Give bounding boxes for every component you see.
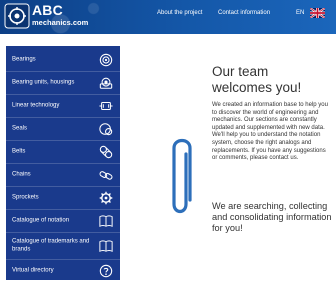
bearing-icon [99,53,113,67]
sidebar-item-chains[interactable]: Chains [6,164,120,187]
sidebar-item-label: Catalogue of notation [12,217,70,224]
sidebar-item-seals[interactable]: Seals [6,118,120,141]
sidebar-item-label: Seals [12,125,28,132]
uk-flag-icon[interactable] [310,8,325,18]
belt-icon [99,145,113,159]
nav-contact-link[interactable]: Contact information [218,10,270,16]
paperclip-icon [172,138,192,214]
welcome-heading: Our team welcomes you! [212,64,302,95]
site-header: ABC mechanics.com About the project Cont… [0,0,336,34]
intro-paragraph: We created an information base to help y… [212,102,328,162]
sidebar-item-label: Bearing units, housings [12,79,75,86]
sidebar-item-label: Bearings [12,56,36,63]
sidebar-item-bearings[interactable]: Bearings [6,49,120,72]
sidebar-item-belts[interactable]: Belts [6,141,120,164]
book-icon [99,240,113,253]
main-content: Our team welcomes you! We created an inf… [128,46,336,280]
sidebar-item-catalogue-trademarks[interactable]: Catalogue of trademarks and brands [6,233,120,260]
book-icon [99,215,113,228]
sidebar-item-label: Sprockets [12,194,39,201]
sidebar-item-catalogue-notation[interactable]: Catalogue of notation [6,210,120,233]
bearing-unit-icon [99,77,113,89]
sidebar-item-label: Belts [12,148,26,155]
sidebar-item-label: Linear technology [12,102,60,109]
question-icon [99,264,113,278]
sidebar-item-label: Catalogue of trademarks and brands [12,238,90,253]
sidebar-item-label: Virtual directory [12,267,54,274]
brand-subtitle[interactable]: mechanics.com [32,18,88,27]
linear-technology-icon [99,101,113,111]
logo-icon[interactable] [4,3,30,29]
sidebar-item-bearing-units[interactable]: Bearing units, housings [6,72,120,95]
sidebar-item-linear-technology[interactable]: Linear technology [6,95,120,118]
chain-icon [99,171,113,180]
brand-title[interactable]: ABC [32,2,63,18]
nav-about-link[interactable]: About the project [157,10,202,16]
sprocket-icon [99,191,113,205]
language-label[interactable]: EN [296,10,304,16]
sidebar: Bearings Bearing units, housings Linear … [6,46,120,283]
sidebar-item-sprockets[interactable]: Sprockets [6,187,120,210]
sidebar-item-label: Chains [12,171,31,178]
searching-tagline: We are searching, collecting and consoli… [212,201,332,234]
seal-icon [99,123,113,136]
